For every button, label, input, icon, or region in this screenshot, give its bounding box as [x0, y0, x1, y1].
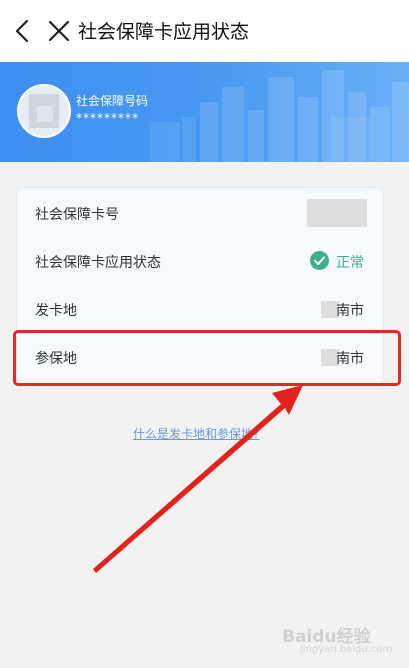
card-status-value: 正常 [336, 255, 364, 271]
card-status-label: 社会保障卡应用状态 [35, 255, 161, 271]
page-title: 社会保障卡应用状态 [78, 21, 250, 43]
row-issuing-place: 发卡地 南市 [17, 286, 383, 334]
social-security-number-masked: ********* [76, 111, 139, 125]
card-number-value-redacted [307, 199, 367, 227]
row-card-number: 社会保障卡号 [17, 190, 383, 238]
nav-header: 社会保障卡应用状态 [0, 0, 409, 62]
highlight-box [13, 330, 401, 386]
help-link[interactable]: 什么是发卡地和参保地? [133, 425, 259, 442]
card-number-label: 社会保障卡号 [35, 207, 119, 223]
close-icon[interactable] [46, 18, 72, 44]
issuing-place-value: 南市 [336, 303, 364, 319]
social-security-number-label: 社会保障号码 [76, 94, 149, 108]
check-circle-icon [310, 251, 329, 270]
avatar [17, 84, 71, 138]
baidu-watermark-url: jingyan.baidu.com [300, 644, 393, 655]
chevron-left-icon[interactable] [10, 17, 36, 45]
card-banner: 社会保障号码 ********* [0, 62, 409, 162]
row-card-status: 社会保障卡应用状态 正常 [17, 238, 383, 286]
issuing-place-label: 发卡地 [35, 303, 77, 319]
